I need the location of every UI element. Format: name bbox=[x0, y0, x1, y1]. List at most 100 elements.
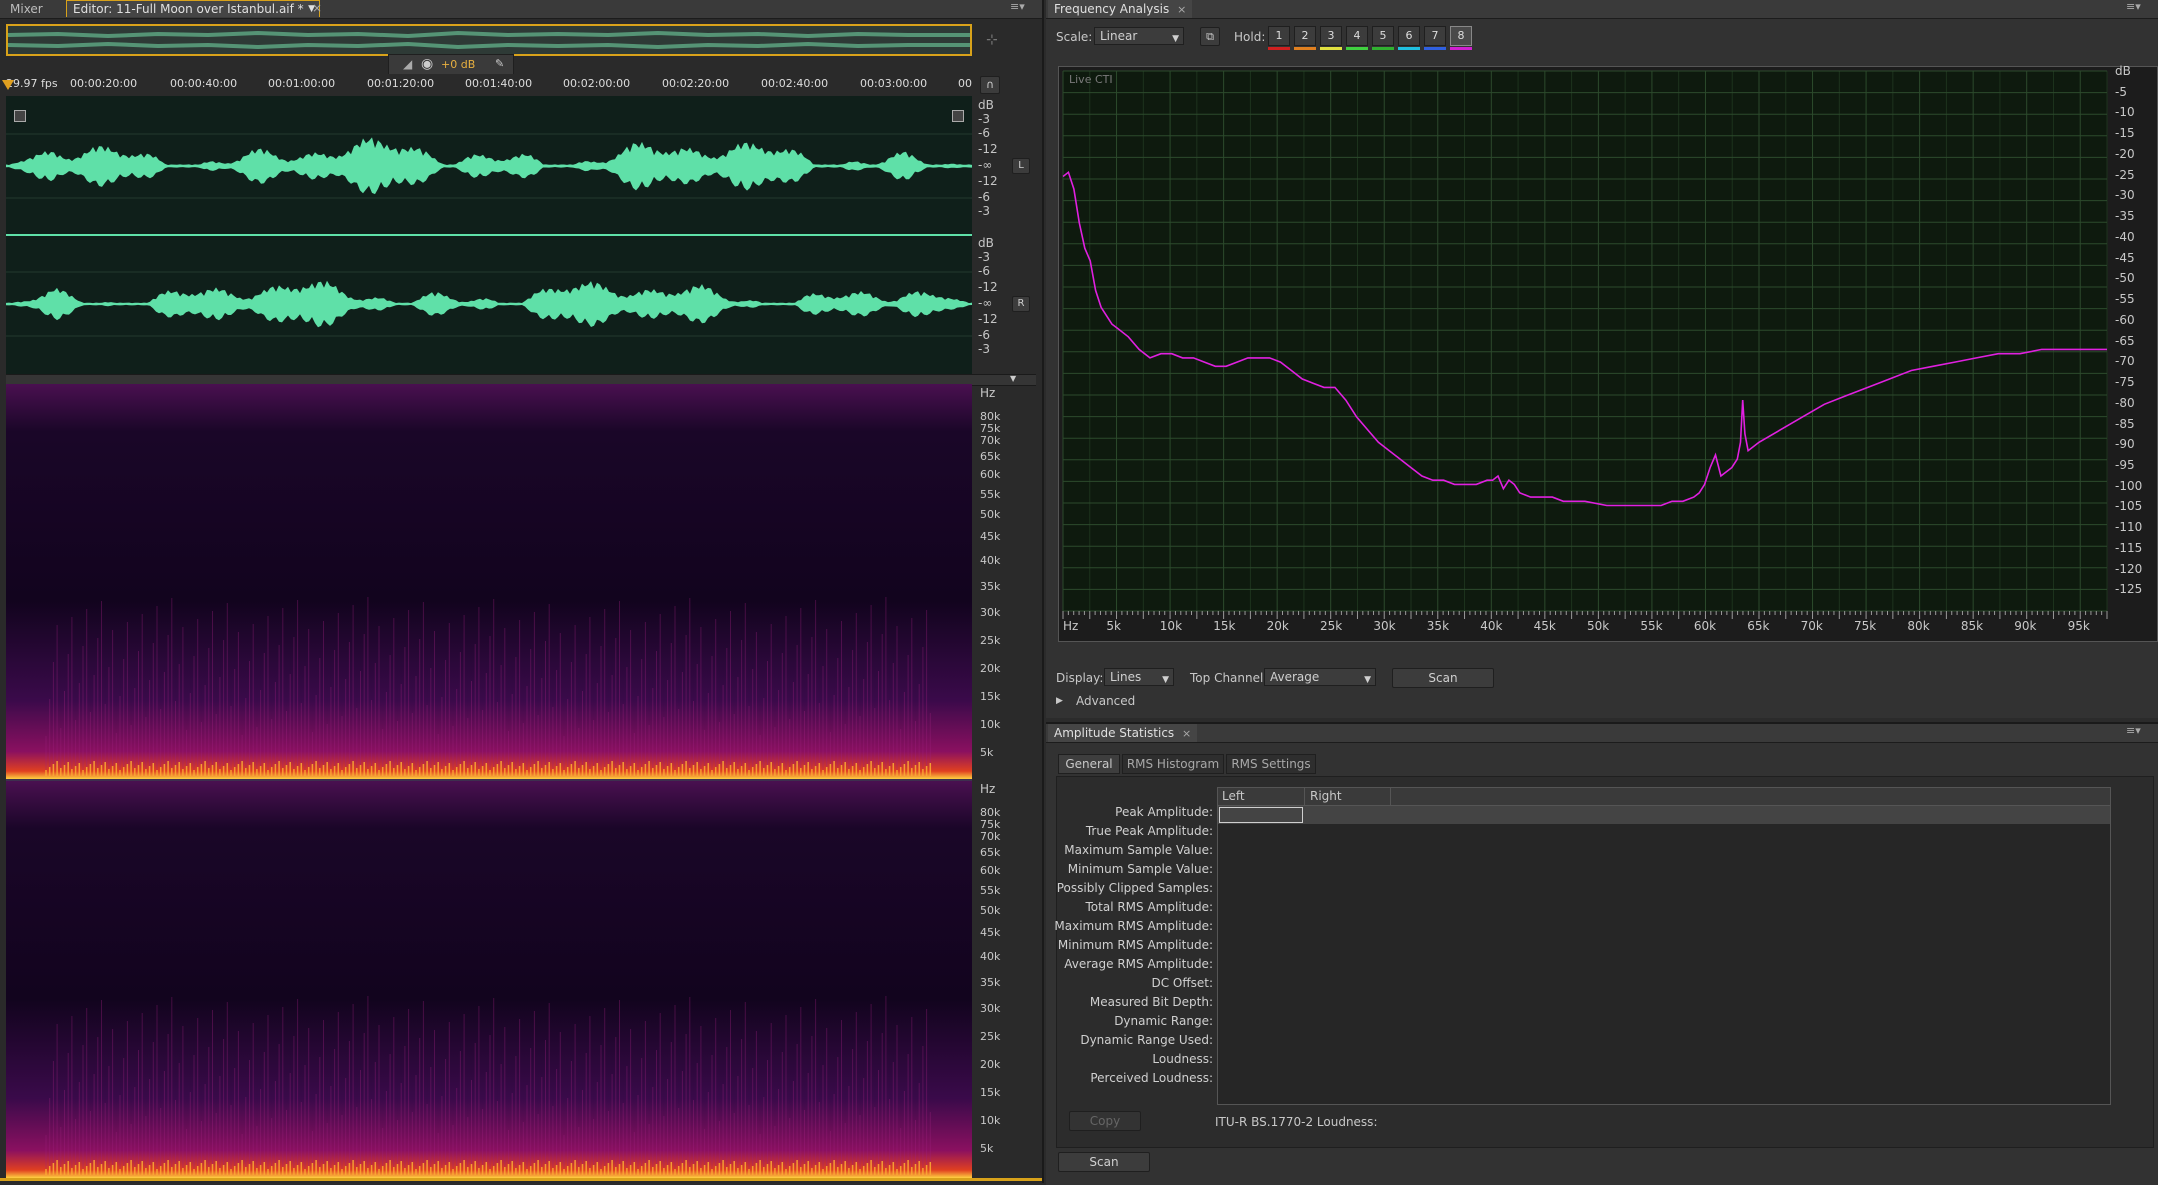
panel-menu-icon[interactable]: ≡▾ bbox=[2126, 0, 2141, 13]
db-scale-left: dB -3 -6 -12 -∞ -12 -6 -3 bbox=[974, 96, 1014, 236]
freq-scan-button[interactable]: Scan bbox=[1392, 668, 1494, 688]
hold-button-3[interactable]: 3 bbox=[1320, 26, 1342, 46]
subtab-general[interactable]: General bbox=[1058, 754, 1120, 774]
tab-frequency-analysis[interactable]: Frequency Analysis × bbox=[1048, 0, 1193, 18]
general-content: Peak Amplitude: True Peak Amplitude: Maxim… bbox=[1054, 776, 2154, 1148]
scale-select[interactable]: Linear ▼ bbox=[1094, 27, 1184, 45]
db-axis-tick: -50 bbox=[2115, 271, 2135, 286]
col-left-header[interactable]: Left bbox=[1222, 789, 1245, 803]
panel-menu-icon[interactable]: ≡▾ bbox=[2126, 724, 2141, 737]
db-axis: dB -5 -10 -15 -20 -25 -30 -35 -40 -45 -50 -55 -60 -65… bbox=[2109, 64, 2157, 615]
db-axis-tick: -115 bbox=[2115, 540, 2143, 555]
close-icon[interactable]: × bbox=[1177, 3, 1186, 16]
tab-amplitude-statistics[interactable]: Amplitude Statistics × bbox=[1048, 724, 1198, 742]
db-tick: -12 bbox=[978, 280, 998, 294]
hold-button-5[interactable]: 5 bbox=[1372, 26, 1394, 46]
hz-tick: 60k bbox=[980, 468, 1001, 481]
hz-axis-tick: 80k bbox=[1907, 619, 1930, 633]
hz-tick: 60k bbox=[980, 864, 1001, 877]
ruler-tick-label: 00 bbox=[958, 77, 972, 90]
hold-button-6[interactable]: 6 bbox=[1398, 26, 1420, 46]
playhead-marker[interactable] bbox=[2, 80, 14, 90]
time-ruler[interactable]: 29.97 fps 00:00:20:00 00:00:40:00 00:01:… bbox=[6, 74, 972, 97]
amplitude-statistics-panel: Amplitude Statistics × ≡▾ General RMS Hi… bbox=[1046, 722, 2158, 1185]
hz-tick: 10k bbox=[980, 1114, 1001, 1127]
panel-menu-icon[interactable]: ≡▾ bbox=[1010, 0, 1025, 13]
hold-button-7[interactable]: 7 bbox=[1424, 26, 1446, 46]
ruler-tick-label: 00:03:00:00 bbox=[860, 77, 928, 90]
advanced-label[interactable]: Advanced bbox=[1076, 694, 1135, 708]
hold-button-2[interactable]: 2 bbox=[1294, 26, 1316, 46]
table-row[interactable] bbox=[1218, 806, 2110, 824]
hz-axis-tick: 30k bbox=[1373, 619, 1396, 633]
hud-gain[interactable]: ◢ ◉ +0 dB ✎ bbox=[388, 54, 514, 76]
headphones-icon[interactable]: ∩ bbox=[980, 76, 1000, 94]
pin-icon[interactable]: ✎ bbox=[495, 57, 504, 70]
ruler-tick-label: 00:00:40:00 bbox=[170, 77, 238, 90]
channel-left-toggle[interactable]: L bbox=[1012, 158, 1030, 174]
db-tick: -3 bbox=[978, 342, 990, 356]
subtab-rms-settings[interactable]: RMS Settings bbox=[1226, 754, 1316, 774]
waveform-area[interactable] bbox=[6, 96, 972, 374]
db-axis-tick: -90 bbox=[2115, 437, 2135, 452]
col-divider bbox=[1390, 788, 1391, 805]
close-icon[interactable]: × bbox=[1182, 727, 1191, 740]
db-axis-tick: -60 bbox=[2115, 312, 2135, 327]
hz-axis-tick: 15k bbox=[1213, 619, 1236, 633]
hold-button-1[interactable]: 1 bbox=[1268, 26, 1290, 46]
scale-label: Scale: bbox=[1056, 30, 1093, 44]
hz-tick: 20k bbox=[980, 1058, 1001, 1071]
col-right-header[interactable]: Right bbox=[1310, 789, 1342, 803]
ruler-tick-label: 00:01:20:00 bbox=[367, 77, 435, 90]
selected-cell[interactable] bbox=[1219, 807, 1303, 823]
fade-in-handle[interactable] bbox=[14, 110, 26, 122]
frequency-graph[interactable]: Live CTI dB -5 -10 -15 -20 -25 -30 -35 -40 -45 -50… bbox=[1058, 64, 2158, 642]
gain-value[interactable]: +0 dB bbox=[441, 58, 475, 71]
hold-button-4[interactable]: 4 bbox=[1346, 26, 1368, 46]
fade-out-handle[interactable] bbox=[952, 110, 964, 122]
knob-icon[interactable]: ◉ bbox=[421, 56, 433, 72]
ruler-tick-label: 00:01:00:00 bbox=[268, 77, 336, 90]
ruler-tick-label: 00:02:20:00 bbox=[662, 77, 730, 90]
tab-mixer[interactable]: Mixer bbox=[4, 0, 49, 18]
hz-axis-tick: 35k bbox=[1426, 619, 1450, 633]
stat-label: Peak Amplitude: bbox=[1115, 805, 1213, 819]
subtab-rms-histogram[interactable]: RMS Histogram bbox=[1122, 754, 1224, 774]
spec-scale-right: Hz 80k 75k 70k 65k 60k 55k 50k 45k 40k 3… bbox=[976, 780, 1020, 1175]
hz-axis-tick: 90k bbox=[2014, 619, 2037, 633]
hz-axis-tick: 65k bbox=[1747, 619, 1770, 633]
hz-tick: 20k bbox=[980, 662, 1001, 675]
copy-button[interactable]: Copy bbox=[1069, 1111, 1141, 1131]
hz-axis-tick: 5k bbox=[1106, 619, 1121, 633]
db-axis-tick: -120 bbox=[2115, 561, 2143, 576]
hz-tick: 25k bbox=[980, 1030, 1001, 1043]
frequency-graph-svg bbox=[1062, 70, 2108, 619]
tab-editor[interactable]: Editor: 11-Full Moon over Istanbul.aif *… bbox=[66, 0, 320, 17]
close-icon[interactable]: × bbox=[312, 1, 322, 15]
volume-icon: ◢ bbox=[403, 57, 413, 71]
spectrogram-area[interactable] bbox=[6, 384, 972, 1178]
stat-label: Possibly Clipped Samples: bbox=[1056, 881, 1213, 895]
stat-label: Dynamic Range Used: bbox=[1080, 1033, 1213, 1047]
copy-graph-icon[interactable]: ⧉ bbox=[1200, 27, 1220, 46]
amp-scan-button[interactable]: Scan bbox=[1058, 1152, 1150, 1172]
hz-tick: 55k bbox=[980, 884, 1001, 897]
db-axis-tick: -95 bbox=[2115, 457, 2135, 472]
db-axis-tick: -85 bbox=[2115, 416, 2135, 431]
hz-tick: 70k bbox=[980, 434, 1001, 447]
zoom-icon[interactable]: ⊹ bbox=[986, 32, 998, 48]
hz-axis-tick: 95k bbox=[2067, 619, 2090, 633]
hold-button-8[interactable]: 8 bbox=[1450, 26, 1472, 46]
channel-right-toggle[interactable]: R bbox=[1012, 296, 1030, 312]
hz-tick: 50k bbox=[980, 508, 1001, 521]
display-select[interactable]: Lines ▼ bbox=[1104, 668, 1174, 686]
advanced-expand-icon[interactable]: ▶ bbox=[1056, 696, 1063, 706]
stat-label: Dynamic Range: bbox=[1114, 1014, 1213, 1028]
chevron-down-icon[interactable]: ▼ bbox=[1010, 374, 1016, 383]
top-channel-select[interactable]: Average ▼ bbox=[1264, 668, 1376, 686]
db-axis-tick: -30 bbox=[2115, 188, 2135, 203]
db-axis-tick: -55 bbox=[2115, 292, 2135, 307]
db-tick: -6 bbox=[978, 264, 990, 278]
overview-bar[interactable] bbox=[6, 24, 972, 56]
stat-label: Maximum Sample Value: bbox=[1064, 843, 1213, 857]
